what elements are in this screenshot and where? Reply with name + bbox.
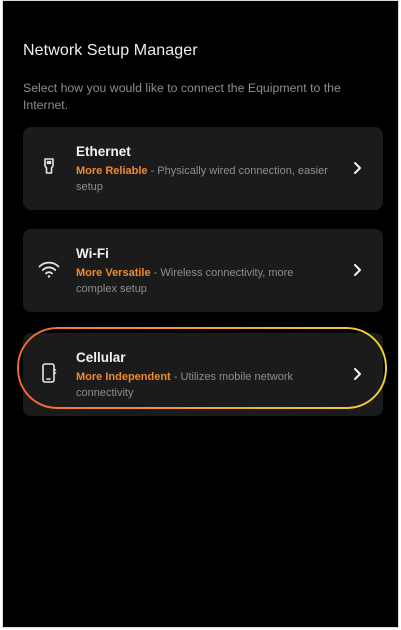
option-wifi-card[interactable]: Wi-Fi More Versatile - Wireless connecti… xyxy=(23,229,383,312)
option-highlight: More Independent xyxy=(76,371,171,383)
network-setup-screen: Network Setup Manager Select how you wou… xyxy=(2,0,399,628)
wifi-icon xyxy=(37,257,61,281)
option-description: More Independent - Utilizes mobile netwo… xyxy=(76,369,331,401)
chevron-right-icon xyxy=(351,366,363,382)
option-ethernet-card[interactable]: Ethernet More Reliable - Physically wire… xyxy=(23,127,383,210)
option-name: Cellular xyxy=(76,350,126,365)
option-description: More Versatile - Wireless connectivity, … xyxy=(76,265,331,297)
option-highlight: More Versatile xyxy=(76,267,151,279)
page-title: Network Setup Manager xyxy=(23,42,198,59)
chevron-right-icon xyxy=(351,262,363,278)
option-description: More Reliable - Physically wired connect… xyxy=(76,163,331,195)
option-name: Ethernet xyxy=(76,144,131,159)
chevron-right-icon xyxy=(351,160,363,176)
option-cellular-card[interactable]: Cellular More Independent - Utilizes mob… xyxy=(23,333,383,416)
option-highlight: More Reliable xyxy=(76,165,148,177)
page-subtitle: Select how you would like to connect the… xyxy=(23,81,341,112)
mobile-phone-icon xyxy=(37,361,61,385)
option-name: Wi-Fi xyxy=(76,246,109,261)
ethernet-plug-icon xyxy=(37,155,61,179)
